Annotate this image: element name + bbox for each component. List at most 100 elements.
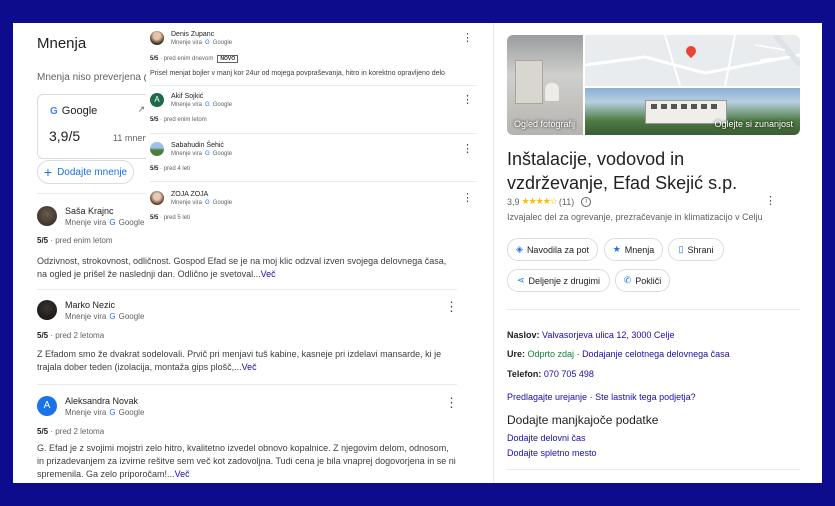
review-body: Odzivnost, strokovnost, odličnost. Gospo… <box>37 256 447 279</box>
share-button[interactable]: ⋖ Deljenje z drugimi <box>507 269 610 292</box>
source-review-count: 11 mnenj <box>113 133 150 143</box>
share-icon: ⋖ <box>516 275 525 285</box>
review-text: Odzivnost, strokovnost, odličnost. Gospo… <box>37 255 457 281</box>
hours-label: Ure: <box>507 349 526 359</box>
phone-value[interactable]: 070 705 498 <box>544 369 594 379</box>
more-options-icon[interactable]: ⋮ <box>462 33 473 44</box>
phone-row: Telefon: 070 705 498 <box>507 369 594 379</box>
review-item: Marko Nezic Mnenje vira G Google ⋮ 5/5 ·… <box>37 300 458 380</box>
add-hours-link[interactable]: Dodajte delovni čas <box>507 433 586 443</box>
edit-links-row: Predlagajte urejanje · Ste lastnik tega … <box>507 392 696 402</box>
avatar[interactable] <box>37 206 57 226</box>
business-photo[interactable]: Ogled fotografij <box>507 35 583 135</box>
review-source: Mnenje vira G Google <box>171 200 232 206</box>
more-options-icon[interactable]: ⋮ <box>445 396 458 409</box>
review-meta: 5/5 · pred enim letom <box>37 236 113 245</box>
review-item: A Aleksandra Novak Mnenje vira G Google … <box>37 396 458 483</box>
directions-button[interactable]: ◈ Navodila za pot <box>507 238 598 261</box>
reviewer-name[interactable]: Saša Krajnc <box>65 206 114 216</box>
map-thumbnail[interactable] <box>585 35 800 86</box>
street-view-photo[interactable]: Oglejte si zunanjost <box>585 88 800 135</box>
more-options-icon[interactable]: ⋮ <box>462 95 473 106</box>
reviewer-name[interactable]: Sabahudin Šehić <box>171 142 224 149</box>
suggest-edit-link[interactable]: Predlagajte urejanje <box>507 392 587 402</box>
add-review-button[interactable]: + Dodajte mnenje <box>37 160 134 184</box>
review-score: 5/5 <box>37 331 49 340</box>
avatar[interactable] <box>150 191 164 205</box>
review-time: pred 4 leti <box>163 166 191 172</box>
street-view-label: Oglejte si zunanjost <box>714 119 793 129</box>
reviewer-name[interactable]: ZOJA ZOJA <box>171 191 208 198</box>
reviewer-name[interactable]: Denis Zupanc <box>171 31 214 38</box>
star-icon: ★ <box>612 244 621 254</box>
phone-label: Telefon: <box>507 369 542 379</box>
more-link[interactable]: Več <box>242 362 257 372</box>
source-brand: Google <box>212 151 233 157</box>
more-options-icon[interactable]: ⋮ <box>462 144 473 155</box>
photos-label: Ogled fotografij <box>514 119 576 129</box>
review-time: pred enim letom <box>163 117 207 123</box>
toilet-shape <box>545 83 559 101</box>
review-time: pred 5 leti <box>163 215 191 221</box>
review-text: Z Efadom smo že dvakrat sodelovali. Prvi… <box>37 348 457 374</box>
google-logo-icon: G <box>205 40 210 46</box>
call-button[interactable]: ✆ Pokliči <box>615 269 670 292</box>
review-time: pred 2 letoma <box>55 331 105 340</box>
avatar[interactable]: A <box>37 396 57 416</box>
reviewer-name[interactable]: Aleksandra Novak <box>65 396 138 406</box>
avatar[interactable] <box>150 142 164 156</box>
review-time: pred 2 letoma <box>55 427 105 436</box>
own-business-link[interactable]: Ste lastnik tega podjetja? <box>595 392 696 402</box>
source-brand: Google <box>118 408 145 417</box>
more-link[interactable]: Več <box>175 469 190 479</box>
review-score: 5/5 <box>37 236 49 245</box>
more-link[interactable]: Več <box>261 269 276 279</box>
reviewer-name[interactable]: Akif Sojkić <box>171 93 203 100</box>
review-meta: 5/5 · pred 2 letoma <box>37 427 105 436</box>
divider <box>37 384 457 385</box>
google-logo-icon: G <box>205 200 210 206</box>
info-icon[interactable]: i <box>581 196 592 207</box>
add-full-hours-link[interactable]: Dodajanje celotnega delovnega časa <box>582 349 730 359</box>
missing-info-title: Dodajte manjkajoče podatke <box>507 413 659 427</box>
source-brand: Google <box>212 102 233 108</box>
source-brand: Google <box>212 40 233 46</box>
divider <box>507 309 800 310</box>
house-windows <box>651 104 719 109</box>
save-label: Shrani <box>687 244 714 255</box>
more-options-icon[interactable]: ⋮ <box>765 194 776 207</box>
avatar[interactable] <box>37 300 57 320</box>
new-badge: NOVO <box>217 55 239 63</box>
add-review-label: Dodajte mnenje <box>57 166 128 178</box>
google-logo-icon: G <box>205 151 210 157</box>
review-body: Z Efadom smo že dvakrat sodelovali. Prvi… <box>37 349 442 372</box>
review-score: 5/5 <box>37 427 49 436</box>
divider <box>150 85 476 86</box>
reviews-label: Mnenja <box>624 244 655 255</box>
reviews-button[interactable]: ★ Mnenja <box>604 238 663 261</box>
review-count[interactable]: (11) <box>559 197 574 207</box>
address-row: Naslov: Valvasorjeva ulica 12, 3000 Celj… <box>507 330 674 340</box>
share-label: Deljenje z drugimi <box>528 275 601 286</box>
address-value[interactable]: Valvasorjeva ulica 12, 3000 Celje <box>542 330 674 340</box>
external-link-icon[interactable]: ↗ <box>137 104 145 115</box>
hours-row: Ure: Odprto zdaj · Dodajanje celotnega d… <box>507 349 730 359</box>
more-options-icon[interactable]: ⋮ <box>462 193 473 204</box>
google-source-card[interactable]: G Google ↗ 3,9/5 11 mnenj <box>37 94 154 159</box>
shower-shape <box>515 60 543 104</box>
source-text: Mnenje vira <box>171 151 203 157</box>
divider <box>150 133 476 134</box>
avatar[interactable]: A <box>150 93 164 107</box>
star-rating-icon: ★★★★☆ <box>521 196 558 206</box>
review-source: Mnenje vira G Google <box>65 408 144 417</box>
map-roads <box>585 35 800 86</box>
avatar[interactable] <box>150 31 164 45</box>
save-button[interactable]: ▯ Shrani <box>668 238 724 261</box>
add-website-link[interactable]: Dodajte spletno mesto <box>507 448 597 458</box>
directions-label: Navodila za pot <box>526 244 589 255</box>
more-options-icon[interactable]: ⋮ <box>445 300 458 313</box>
review-score: 5/5 <box>150 215 159 221</box>
reviewer-name[interactable]: Marko Nezic <box>65 300 115 310</box>
review-source: Mnenje vira G Google <box>171 40 232 46</box>
divider <box>150 181 476 182</box>
